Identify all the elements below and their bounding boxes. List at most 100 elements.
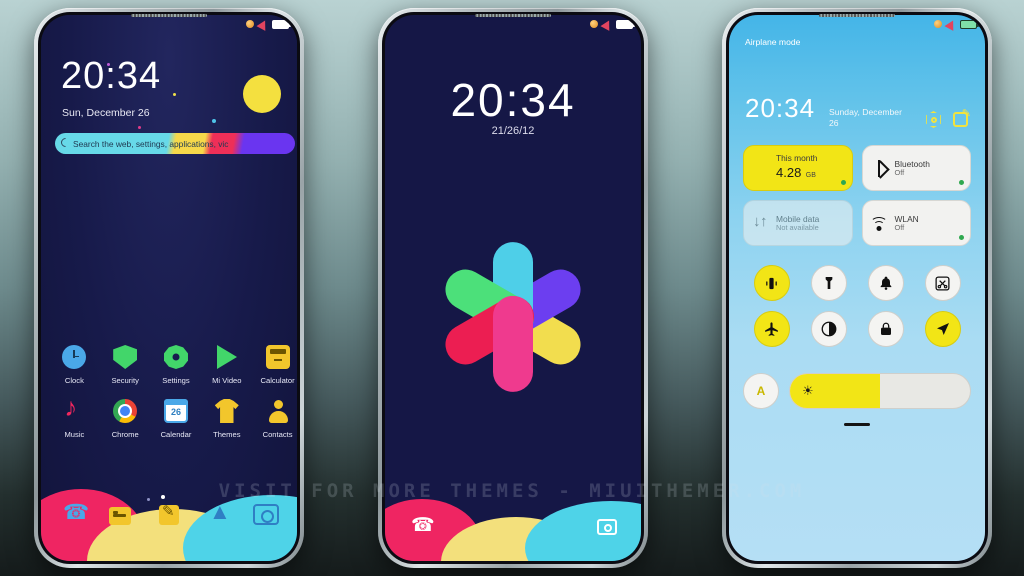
notification-dot-icon	[590, 20, 598, 28]
app-contacts[interactable]: Contacts	[252, 399, 297, 439]
home-clock-time: 20:34	[61, 55, 162, 97]
cc-action-icons: ✎	[925, 109, 971, 128]
cc-toggle-grid	[743, 265, 971, 347]
location-toggle[interactable]	[924, 311, 961, 347]
signal-icon	[256, 17, 270, 31]
app-label: Calculator	[260, 376, 295, 385]
flashlight-toggle[interactable]	[810, 265, 847, 301]
darkmode-toggle[interactable]	[810, 311, 847, 347]
status-dot-icon	[959, 180, 964, 185]
message-icon[interactable]	[109, 507, 131, 525]
app-mi-video[interactable]: Mi Video	[201, 345, 252, 385]
app-grid: Clock Security Settings Mi Video Calcula…	[49, 345, 297, 439]
moon-widget-icon[interactable]	[243, 75, 281, 113]
earpiece-speaker	[819, 14, 895, 17]
app-label: Themes	[213, 430, 241, 439]
app-label: Settings	[162, 376, 190, 385]
edit-pencil-icon[interactable]: ✎	[952, 109, 971, 128]
data-usage-value: 4.28	[776, 165, 802, 181]
wlan-status: Off	[894, 222, 905, 232]
battery-icon	[960, 19, 979, 29]
calculator-icon	[265, 345, 290, 369]
ringer-toggle[interactable]	[867, 265, 904, 301]
lock-toggle[interactable]	[867, 311, 904, 347]
gear-icon	[163, 345, 188, 369]
data-usage-card[interactable]: This month 4.28 GB	[743, 145, 853, 191]
app-music[interactable]: Music	[49, 392, 100, 439]
lock-clock-date: 21/26/12	[491, 125, 535, 137]
app-label: Clock	[64, 376, 84, 385]
screenshot-icon	[935, 275, 950, 291]
location-arrow-icon	[936, 323, 949, 335]
wifi-icon	[870, 215, 888, 232]
app-chrome[interactable]: Chrome	[100, 399, 151, 439]
dock: ☎ ▲	[41, 475, 297, 561]
bell-icon	[880, 276, 891, 290]
data-arrows-icon	[752, 213, 769, 232]
vibrate-icon	[766, 277, 777, 289]
auto-brightness-button[interactable]: A	[743, 373, 779, 409]
star-dot	[212, 119, 216, 123]
earpiece-speaker	[475, 14, 551, 17]
screenshot-toggle[interactable]	[924, 265, 961, 301]
vibrate-toggle[interactable]	[753, 265, 790, 301]
app-settings[interactable]: Settings	[151, 345, 202, 385]
lock-shortcut-bar: ☎	[385, 489, 641, 561]
lock-icon	[880, 322, 891, 335]
airplane-toggle[interactable]	[753, 311, 790, 347]
wlan-card[interactable]: WLAN Off	[861, 200, 971, 246]
phone-icon[interactable]: ☎	[411, 514, 435, 537]
brightness-slider[interactable]: ☀	[789, 373, 971, 409]
app-security[interactable]: Security	[100, 345, 151, 385]
phone-bezel: Airplane mode 20:34 Sunday, December 26 …	[726, 12, 988, 564]
cc-cards: This month 4.28 GB Bluetooth Off ↓ ↑ Mob…	[743, 145, 971, 246]
phone-bezel: 20:34 Sun, December 26 Moon Search the w…	[38, 12, 300, 564]
app-clock[interactable]: Clock	[49, 345, 100, 385]
bluetooth-status: Off	[894, 167, 905, 177]
mountains-icon[interactable]: ▲	[209, 499, 231, 525]
cc-clock-date: Sunday, December 26	[829, 107, 902, 128]
music-note-icon	[62, 392, 86, 423]
dock-blob-cyan	[183, 495, 297, 561]
app-label: Music	[64, 430, 85, 439]
earpiece-speaker	[131, 14, 207, 17]
drag-handle[interactable]	[844, 423, 870, 426]
search-input[interactable]: Search the web, settings, applications, …	[55, 133, 295, 154]
phone-icon[interactable]: ☎	[63, 500, 89, 525]
signal-icon	[600, 17, 614, 31]
screen-lock: 20:34 21/26/12 ☎	[385, 15, 641, 561]
airplane-mode-label: Airplane mode	[745, 37, 801, 47]
airplane-icon	[765, 321, 778, 336]
status-bar-home	[246, 15, 291, 33]
home-clock-date: Sun, December 26	[62, 107, 150, 119]
star-dot	[138, 126, 141, 129]
camera-icon[interactable]	[597, 519, 617, 535]
camera-icon[interactable]	[253, 504, 279, 525]
signal-icon	[944, 17, 958, 31]
status-bar-lock	[590, 15, 635, 33]
battery-icon	[272, 19, 291, 29]
search-icon	[59, 136, 72, 149]
app-calculator[interactable]: Calculator	[252, 345, 297, 385]
gear-icon[interactable]	[925, 111, 942, 128]
app-label: Contacts	[262, 430, 293, 439]
chrome-icon	[113, 399, 138, 423]
app-label: Mi Video	[212, 376, 242, 385]
contrast-icon	[821, 321, 836, 337]
phone-home-screen: 20:34 Sun, December 26 Moon Search the w…	[34, 8, 304, 568]
app-label: Calendar	[160, 430, 192, 439]
notes-pencil-icon[interactable]	[159, 502, 179, 525]
mobile-data-card[interactable]: Mobile data Not available	[743, 200, 853, 246]
star-dot	[173, 93, 176, 96]
clock-icon	[62, 345, 87, 369]
notification-dot-icon	[246, 20, 254, 28]
sun-icon: ☀	[802, 383, 814, 398]
app-themes[interactable]: Themes	[201, 399, 252, 439]
bluetooth-card[interactable]: Bluetooth Off	[861, 145, 971, 191]
search-placeholder: Search the web, settings, applications, …	[73, 138, 229, 149]
person-icon	[266, 399, 290, 423]
bluetooth-icon	[871, 159, 888, 177]
app-calendar[interactable]: Calendar	[151, 399, 202, 439]
screen-control-center: Airplane mode 20:34 Sunday, December 26 …	[729, 15, 985, 561]
shield-icon	[113, 345, 138, 369]
